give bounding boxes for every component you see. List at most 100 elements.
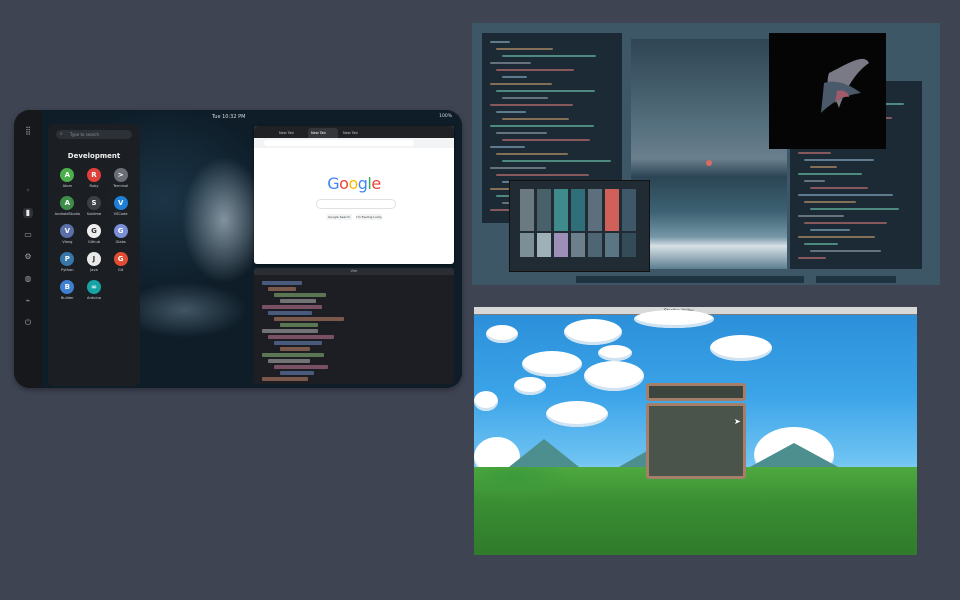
status-bar: [576, 276, 804, 283]
code-line: [496, 90, 595, 92]
status-bar-right: [816, 276, 896, 283]
address-bar[interactable]: [254, 138, 454, 148]
app-label: Sublime: [86, 212, 102, 216]
album-art-window: [769, 33, 886, 149]
app-androidstudio[interactable]: A AndroidStudio: [54, 196, 81, 216]
app-terminal[interactable]: > Terminal: [107, 168, 134, 188]
clock[interactable]: Tue 10:32 PM: [212, 114, 245, 120]
app-vscode[interactable]: V VSCode: [107, 196, 134, 216]
activities-icon[interactable]: ⣿: [23, 126, 33, 136]
color-swatch: [605, 189, 619, 231]
app-github[interactable]: G Github: [81, 224, 108, 244]
app-vlang[interactable]: V Vlang: [54, 224, 81, 244]
browser-window: New Tab New Tab New Tab Google Google Se…: [254, 126, 454, 264]
code-line: [496, 69, 574, 71]
app-java[interactable]: J Java: [81, 252, 108, 272]
builder-icon: B: [60, 280, 75, 294]
code-line: [490, 146, 525, 148]
dialog-body-box[interactable]: [646, 403, 746, 479]
cloud: [486, 325, 518, 343]
app-arduino[interactable]: ∞ Arduino: [81, 280, 108, 300]
code-line: [496, 48, 553, 50]
code-line: [262, 281, 302, 285]
color-swatch: [571, 189, 585, 231]
code-line: [810, 208, 899, 210]
files-icon[interactable]: ▮: [23, 208, 33, 218]
cloud: [546, 401, 608, 427]
code-line: [268, 335, 334, 339]
code-line: [490, 104, 573, 106]
code-line: [274, 341, 322, 345]
code-line: [798, 215, 844, 217]
app-grid: A Atom R Ruby > Terminal A AndroidStudio S Sublim…: [54, 168, 134, 300]
color-swatch: [571, 233, 585, 257]
sunset-sun: [706, 160, 712, 166]
code-line: [798, 194, 893, 196]
app-builder[interactable]: B Builder: [54, 280, 81, 300]
browser-tab[interactable]: New Tab: [308, 128, 338, 138]
code-line: [810, 229, 850, 231]
code-line: [804, 201, 856, 203]
launcher-search-input[interactable]: ⌕ Type to search: [56, 130, 132, 139]
app-launcher: ⌕ Type to search Development A Atom R Ruby >…: [48, 124, 140, 386]
color-swatch: [554, 233, 568, 257]
editor-icon[interactable]: ▭: [23, 230, 33, 240]
code-line: [490, 62, 531, 64]
battery-status[interactable]: 100%: [439, 114, 452, 119]
app-git[interactable]: G Git: [107, 252, 134, 272]
google-logo-letter: o: [348, 174, 358, 193]
app-label: Glabs: [115, 240, 126, 244]
power-icon[interactable]: ⏻: [23, 318, 33, 328]
code-line: [502, 118, 569, 120]
androidstudio-icon: A: [60, 196, 75, 210]
code-line: [280, 299, 316, 303]
code-line: [502, 97, 548, 99]
app-label: Github: [87, 240, 100, 244]
google-search-button[interactable]: Google Search: [326, 214, 352, 220]
code-line: [496, 153, 568, 155]
app-label: VSCode: [113, 212, 128, 216]
code-line: [502, 139, 590, 141]
app-python[interactable]: P Python: [54, 252, 81, 272]
search-icon: ⌕: [60, 131, 63, 137]
app-ruby[interactable]: R Ruby: [81, 168, 108, 188]
code-line: [490, 167, 546, 169]
code-line: [496, 111, 526, 113]
code-editor-window: Vim: [254, 268, 454, 384]
dock: ⣿ ◦ ▮ ▭ ⚙ ◍ ⌁ ⏻: [14, 110, 42, 388]
apps-icon[interactable]: ◦: [23, 186, 33, 196]
network-icon[interactable]: ⌁: [23, 296, 33, 306]
color-swatch: [520, 233, 534, 257]
search-placeholder: Type to search: [70, 132, 100, 137]
app-sublime[interactable]: S Sublime: [81, 196, 108, 216]
code-line: [502, 76, 527, 78]
sublime-icon: S: [86, 196, 101, 210]
code-line: [804, 180, 825, 182]
code-line: [268, 359, 310, 363]
code-line: [280, 323, 318, 327]
browser-tab[interactable]: New Tab: [276, 128, 306, 138]
color-swatch: [520, 189, 534, 231]
sound-icon[interactable]: ◍: [23, 274, 33, 284]
app-atom[interactable]: A Atom: [54, 168, 81, 188]
code-line: [810, 250, 881, 252]
google-search-input[interactable]: [316, 199, 396, 209]
cloud: [522, 351, 582, 377]
code-line: [804, 159, 874, 161]
code-line: [810, 187, 868, 189]
python-icon: P: [60, 252, 75, 266]
top-bar: [42, 110, 462, 124]
code-line: [274, 293, 326, 297]
code-line: [496, 174, 589, 176]
settings-icon[interactable]: ⚙: [23, 252, 33, 262]
browser-tab[interactable]: New Tab: [340, 128, 370, 138]
atom-icon: A: [60, 168, 75, 182]
code-line: [490, 83, 552, 85]
code-line: [490, 125, 594, 127]
ruby-icon: R: [86, 168, 101, 182]
code-line: [798, 236, 875, 238]
code-line: [268, 311, 312, 315]
app-glabs[interactable]: G Glabs: [107, 224, 134, 244]
app-label: Ruby: [89, 184, 99, 188]
feeling-lucky-button[interactable]: I'm Feeling Lucky: [356, 214, 382, 220]
